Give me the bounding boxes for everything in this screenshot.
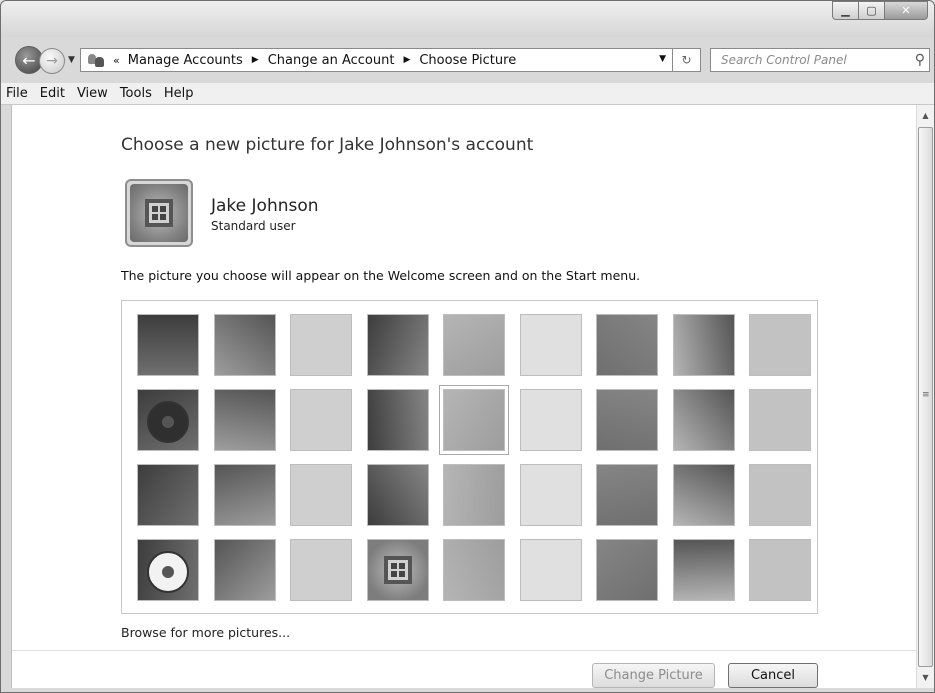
picture-fabric[interactable] xyxy=(214,389,276,451)
breadcrumb-overflow-icon[interactable]: « xyxy=(113,54,120,67)
picture-leaf[interactable] xyxy=(290,389,352,451)
picture-daisy[interactable] xyxy=(749,539,811,601)
menu-edit[interactable]: Edit xyxy=(40,86,65,101)
cancel-button[interactable]: Cancel xyxy=(728,663,818,688)
picture-spiral[interactable] xyxy=(596,539,658,601)
picture-woven-rug[interactable] xyxy=(214,539,276,601)
picture-fish[interactable] xyxy=(520,464,582,526)
picture-ornament[interactable] xyxy=(443,539,505,601)
picture-robot[interactable] xyxy=(290,464,352,526)
breadcrumb-separator-icon[interactable]: ▶ xyxy=(403,55,410,65)
picture-dog[interactable] xyxy=(367,389,429,451)
picture-sailboat[interactable] xyxy=(749,464,811,526)
search-input[interactable]: Search Control Panel ⚲ xyxy=(710,48,930,72)
picture-sunflower[interactable] xyxy=(443,464,505,526)
breadcrumb-separator-icon[interactable]: ▶ xyxy=(252,55,259,65)
breadcrumb-change-account[interactable]: Change an Account xyxy=(268,53,395,68)
close-button[interactable]: ✕ xyxy=(884,1,928,20)
page-title: Choose a new picture for Jake Johnson's … xyxy=(121,135,534,155)
picture-guitar[interactable] xyxy=(137,464,199,526)
scroll-up-icon[interactable]: ▲ xyxy=(917,107,934,124)
address-dropdown-icon[interactable]: ▼ xyxy=(659,54,666,64)
picture-star-pattern[interactable] xyxy=(520,389,582,451)
picture-paper-crane[interactable] xyxy=(749,389,811,451)
picture-soccer-ball[interactable] xyxy=(137,539,199,601)
description-text: The picture you choose will appear on th… xyxy=(121,268,641,283)
search-icon[interactable]: ⚲ xyxy=(915,52,925,68)
picture-lighthouse[interactable] xyxy=(673,539,735,601)
picture-pomeranian[interactable] xyxy=(214,464,276,526)
current-user-picture xyxy=(125,179,193,247)
picture-kitten[interactable] xyxy=(596,314,658,376)
picture-crayons[interactable] xyxy=(439,385,509,455)
minimize-button[interactable]: ▁ xyxy=(832,1,859,20)
picture-gyroscope[interactable] xyxy=(520,314,582,376)
user-account-type: Standard user xyxy=(211,219,296,233)
breadcrumb-manage-accounts[interactable]: Manage Accounts xyxy=(128,53,243,68)
menu-view[interactable]: View xyxy=(77,86,108,101)
vertical-scrollbar[interactable]: ▲ ≡ ▼ xyxy=(916,105,934,688)
picture-flower[interactable] xyxy=(673,314,735,376)
maximize-button[interactable]: ▢ xyxy=(858,1,885,20)
content-pane: Choose a new picture for Jake Johnson's … xyxy=(11,105,916,688)
menu-help[interactable]: Help xyxy=(164,86,194,101)
scroll-down-icon[interactable]: ▼ xyxy=(917,669,934,686)
navigation-bar: ← → ▼ « Manage Accounts ▶ Change an Acco… xyxy=(1,37,934,83)
window-controls: ▁ ▢ ✕ xyxy=(832,1,928,20)
picture-butterfly[interactable] xyxy=(520,539,582,601)
picture-doll[interactable] xyxy=(673,464,735,526)
footer-divider xyxy=(12,650,916,651)
picture-robot-dog[interactable] xyxy=(290,314,352,376)
scroll-thumb[interactable]: ≡ xyxy=(918,127,933,667)
menu-tools[interactable]: Tools xyxy=(120,86,152,101)
picture-jack[interactable] xyxy=(596,389,658,451)
refresh-icon[interactable]: ↻ xyxy=(672,48,700,72)
menu-bar: File Edit View Tools Help xyxy=(1,83,934,105)
user-name: Jake Johnson xyxy=(211,196,319,216)
picture-roller-coaster[interactable] xyxy=(137,314,199,376)
recent-pages-dropdown-icon[interactable]: ▼ xyxy=(68,55,75,65)
picture-pinwheel[interactable] xyxy=(749,314,811,376)
picture-grid xyxy=(121,300,818,614)
forward-button[interactable]: → xyxy=(39,48,65,74)
search-placeholder: Search Control Panel xyxy=(721,53,847,67)
change-picture-button[interactable]: Change Picture xyxy=(592,663,715,688)
picture-ribbons[interactable] xyxy=(367,464,429,526)
control-panel-window: ▁ ▢ ✕ ← → ▼ « Manage Accounts ▶ Change a… xyxy=(0,0,935,693)
menu-file[interactable]: File xyxy=(6,86,28,101)
picture-ball[interactable] xyxy=(137,389,199,451)
grip-icon: ≡ xyxy=(922,390,930,400)
picture-turntable[interactable] xyxy=(367,314,429,376)
picture-hot-air-balloon[interactable] xyxy=(596,464,658,526)
picture-lucky-cat[interactable] xyxy=(443,314,505,376)
title-bar: ▁ ▢ ✕ xyxy=(1,1,934,37)
browse-more-pictures-link[interactable]: Browse for more pictures... xyxy=(121,625,290,640)
window-picture-icon xyxy=(130,184,188,242)
address-bar[interactable]: « Manage Accounts ▶ Change an Account ▶ … xyxy=(80,48,701,72)
breadcrumb-choose-picture[interactable]: Choose Picture xyxy=(419,53,516,68)
picture-window[interactable] xyxy=(367,539,429,601)
picture-marbles[interactable] xyxy=(290,539,352,601)
user-accounts-icon xyxy=(87,52,107,68)
picture-stairs[interactable] xyxy=(673,389,735,451)
picture-starfish[interactable] xyxy=(214,314,276,376)
